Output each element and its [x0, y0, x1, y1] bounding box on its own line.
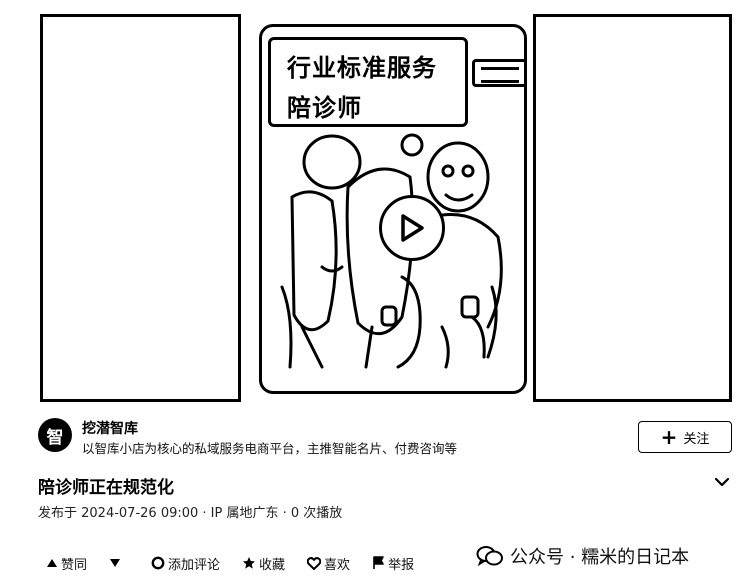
- action-bar: 赞同 添加评论 收藏 喜欢 举报: [46, 552, 436, 574]
- comment-label: 添加评论: [168, 557, 221, 573]
- play-icon: [401, 214, 424, 242]
- comment-button[interactable]: 添加评论: [151, 554, 220, 573]
- dislike-button[interactable]: [109, 558, 121, 568]
- poster-title-line1: 行业标准服务: [287, 54, 437, 82]
- triangle-down-icon: [110, 559, 121, 567]
- poster-title-line2: 陪诊师: [287, 94, 362, 122]
- triangle-up-icon: [47, 559, 57, 567]
- post-meta: 发布于 2024-07-26 09:00 · IP 属地广东 · 0 次播放: [38, 506, 343, 521]
- watermark: 公众号 · 糯米的日记本: [476, 543, 690, 569]
- video-poster: 行业标准服务 陪诊师: [259, 24, 527, 394]
- poster-tag-icon: [472, 59, 524, 87]
- favorite-button[interactable]: 喜欢: [307, 554, 350, 573]
- follow-button[interactable]: + 关注: [638, 421, 732, 453]
- report-button[interactable]: 举报: [372, 554, 414, 573]
- heart-icon: [307, 556, 322, 570]
- like-button[interactable]: 赞同: [46, 554, 87, 573]
- collect-button[interactable]: 收藏: [242, 554, 285, 573]
- comment-icon: [151, 556, 165, 570]
- chevron-down-icon[interactable]: [714, 476, 730, 488]
- star-icon: [243, 557, 256, 569]
- plus-icon: +: [660, 425, 678, 449]
- author-info: 智 挖潜智库 以智库小店为核心的私域服务电商平台，主推智能名片、付费咨询等: [38, 418, 538, 458]
- video-player[interactable]: 行业标准服务 陪诊师: [40, 14, 732, 402]
- poster-title-banner: 行业标准服务 陪诊师: [268, 37, 468, 127]
- post-title: 陪诊师正在规范化: [38, 478, 174, 498]
- report-label: 举报: [388, 557, 415, 573]
- avatar[interactable]: 智: [38, 418, 72, 452]
- video-frame: 行业标准服务 陪诊师: [238, 14, 536, 402]
- flag-icon: [373, 556, 384, 569]
- like-label: 赞同: [61, 557, 88, 573]
- wechat-icon: [476, 546, 503, 567]
- collect-label: 收藏: [259, 557, 286, 573]
- follow-label: 关注: [683, 431, 710, 447]
- watermark-text: 公众号 · 糯米的日记本: [510, 547, 690, 568]
- play-button[interactable]: [379, 195, 445, 261]
- author-name[interactable]: 挖潜智库: [82, 418, 138, 438]
- favorite-label: 喜欢: [324, 557, 351, 573]
- author-description: 以智库小店为核心的私域服务电商平台，主推智能名片、付费咨询等: [82, 441, 458, 456]
